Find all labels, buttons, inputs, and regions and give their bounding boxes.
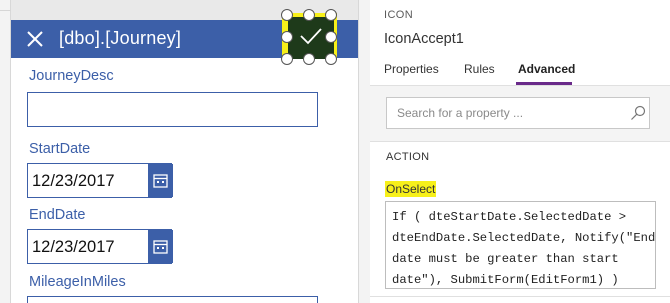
formula-line: If ( dteStartDate.SelectedDate > [392,210,627,224]
start-date-value: 12/23/2017 [32,172,115,190]
end-date-calendar-button[interactable] [148,230,173,263]
checkmark-icon[interactable] [297,25,325,47]
resize-handle-bottom-left[interactable] [281,53,293,65]
canvas-divider [0,10,11,11]
end-date-label: EndDate [29,207,86,223]
resize-handle-right[interactable] [325,31,337,43]
formula-editor[interactable]: If ( dteStartDate.SelectedDate > dteEndD… [385,201,656,289]
resize-handle-top[interactable] [303,9,315,21]
resize-handle-top-left[interactable] [281,9,293,21]
tab-properties[interactable]: Properties [384,62,439,76]
resize-handle-bottom[interactable] [303,53,315,65]
canvas-left-margin [0,0,11,303]
tab-advanced[interactable]: Advanced [518,62,575,76]
search-icon[interactable] [630,105,646,121]
resize-handle-left[interactable] [281,31,293,43]
start-date-label: StartDate [29,141,91,157]
formula-line: dteEndDate.SelectedDate, Notify("End [392,231,656,245]
tab-rules[interactable]: Rules [464,62,495,76]
resize-handle-top-right[interactable] [325,9,337,21]
property-name-onselect: OnSelect [385,181,437,197]
divider [370,296,670,297]
canvas-right-margin [358,0,370,303]
start-date-picker[interactable]: 12/23/2017 [27,163,173,198]
properties-panel: ICON IconAccept1 Properties Rules Advanc… [370,0,670,303]
close-icon[interactable] [25,29,45,49]
control-name[interactable]: IconAccept1 [384,31,464,47]
journey-desc-input[interactable] [27,92,318,127]
mileage-input[interactable] [27,296,318,303]
form-title: [dbo].[Journey] [59,28,182,48]
formula-line: date"), SubmitForm(EditForm1) ) [392,273,619,287]
calendar-icon [153,240,168,254]
section-action-label: ACTION [386,151,430,163]
resize-handle-bottom-right[interactable] [325,53,337,65]
property-search-box[interactable] [386,97,650,129]
property-search-area [370,86,670,141]
formula-line: date must be greater than start [392,252,619,266]
start-date-calendar-button[interactable] [148,164,173,197]
mileage-label: MileageInMiles [29,274,126,290]
end-date-picker[interactable]: 12/23/2017 [27,229,173,264]
property-search-input[interactable] [397,105,617,121]
divider [370,141,670,142]
journey-desc-label: JourneyDesc [29,68,114,84]
end-date-value: 12/23/2017 [32,238,115,256]
calendar-icon [153,174,168,188]
control-type-label: ICON [384,9,414,21]
